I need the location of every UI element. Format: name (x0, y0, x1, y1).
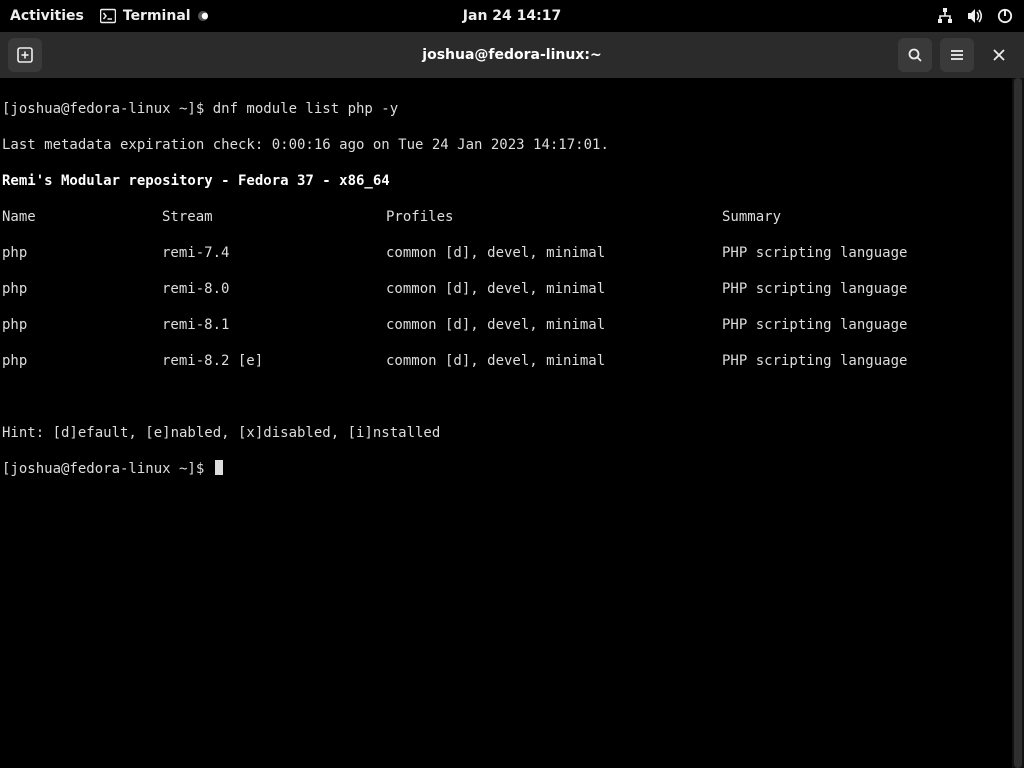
terminal-line: Hint: [d]efault, [e]nabled, [x]disabled,… (2, 424, 1022, 442)
table-row: phpremi-8.2 [e]common [d], devel, minima… (2, 352, 1022, 370)
table-header: NameStreamProfilesSummary (2, 208, 1022, 226)
app-menu-label: Terminal (123, 8, 191, 24)
activities-button[interactable]: Activities (10, 8, 84, 24)
terminal-icon (100, 8, 116, 24)
new-tab-button[interactable] (8, 38, 42, 72)
volume-icon[interactable] (966, 7, 984, 25)
network-icon[interactable] (936, 7, 954, 25)
window-title: joshua@fedora-linux:~ (422, 47, 601, 63)
table-row: phpremi-8.1common [d], devel, minimalPHP… (2, 316, 1022, 334)
terminal-body[interactable]: [joshua@fedora-linux ~]$ dnf module list… (0, 78, 1024, 768)
gnome-topbar: Activities Terminal Jan 24 14:17 (0, 0, 1024, 32)
terminal-line: [joshua@fedora-linux ~]$ (2, 460, 1022, 478)
search-button[interactable] (898, 38, 932, 72)
spinner-icon (198, 11, 208, 21)
app-menu[interactable]: Terminal (100, 8, 208, 24)
terminal-header: joshua@fedora-linux:~ (0, 32, 1024, 78)
terminal-line (2, 388, 1022, 406)
hamburger-icon (949, 47, 965, 63)
close-button[interactable] (982, 38, 1016, 72)
repo-header: Remi's Modular repository - Fedora 37 - … (2, 172, 1022, 190)
terminal-line: Last metadata expiration check: 0:00:16 … (2, 136, 1022, 154)
menu-button[interactable] (940, 38, 974, 72)
close-icon (992, 48, 1006, 62)
scrollbar-thumb[interactable] (1014, 78, 1022, 768)
plus-box-icon (17, 47, 33, 63)
table-row: phpremi-8.0common [d], devel, minimalPHP… (2, 280, 1022, 298)
table-row: phpremi-7.4common [d], devel, minimalPHP… (2, 244, 1022, 262)
cursor (215, 460, 223, 475)
search-icon (907, 47, 923, 63)
terminal-line: [joshua@fedora-linux ~]$ dnf module list… (2, 100, 1022, 118)
clock[interactable]: Jan 24 14:17 (463, 8, 561, 24)
power-icon[interactable] (996, 7, 1014, 25)
scrollbar[interactable] (1012, 78, 1024, 768)
